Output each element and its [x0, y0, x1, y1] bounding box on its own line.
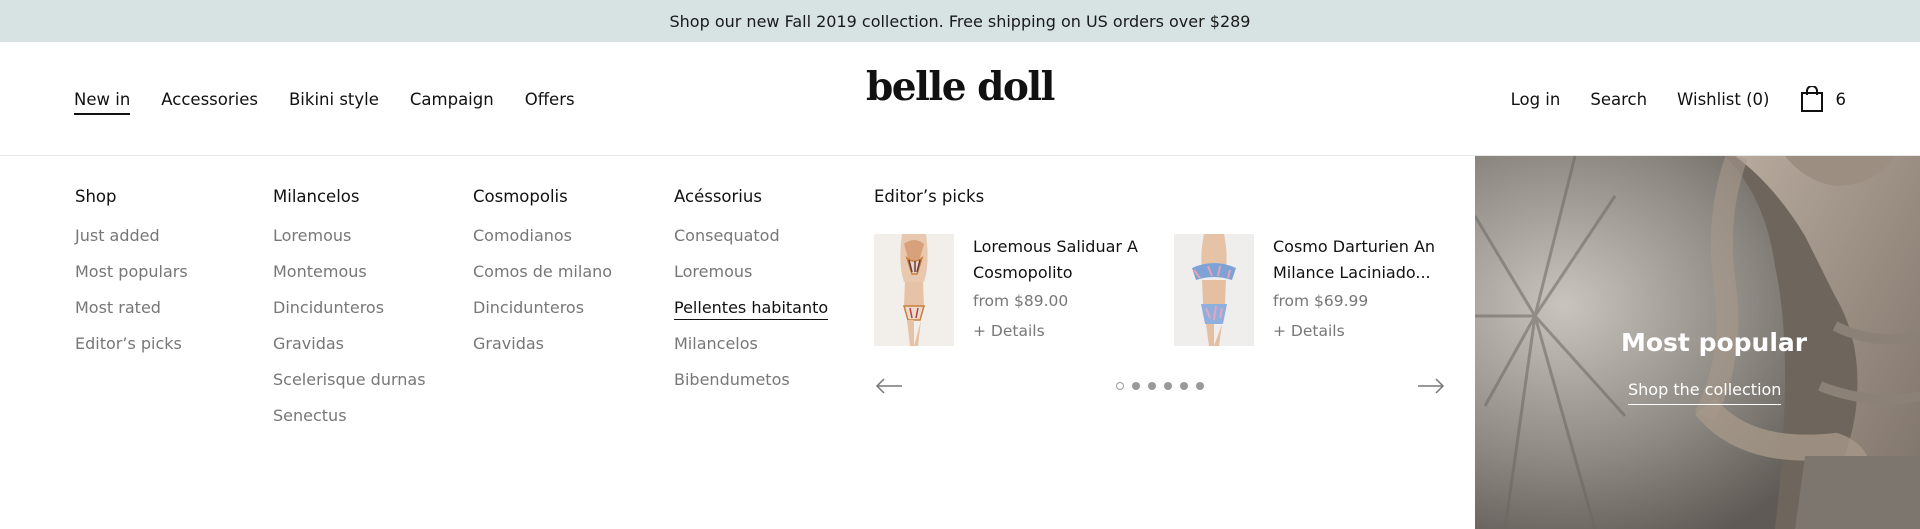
- bikini-photo-icon: [874, 234, 954, 346]
- menu-link[interactable]: Consequatod: [674, 225, 828, 261]
- menu-link[interactable]: Bibendumetos: [674, 369, 828, 405]
- nav-item-accessories[interactable]: Accessories: [161, 90, 258, 109]
- carousel-dot[interactable]: [1164, 382, 1172, 390]
- carousel-dot[interactable]: [1196, 382, 1204, 390]
- menu-column-accessorius: Acéssorius Consequatod Loremous Pellente…: [674, 186, 829, 405]
- announcement-bar: Shop our new Fall 2019 collection. Free …: [0, 0, 1920, 42]
- announcement-text: Shop our new Fall 2019 collection. Free …: [669, 11, 1251, 31]
- menu-column-milancelos: Milancelos Loremous Montemous Dincidunte…: [273, 186, 426, 441]
- menu-link[interactable]: Most rated: [75, 297, 188, 333]
- menu-link[interactable]: Just added: [75, 225, 188, 261]
- shop-collection-link[interactable]: Shop the collection: [1628, 380, 1782, 405]
- shopping-bag-icon: [1800, 86, 1823, 112]
- brand-logo[interactable]: belle doll: [866, 64, 1056, 110]
- menu-link[interactable]: Dincidunteros: [273, 297, 426, 333]
- product-image[interactable]: [874, 234, 954, 346]
- menu-link[interactable]: Gravidas: [473, 333, 612, 369]
- column-heading: Cosmopolis: [473, 187, 568, 206]
- product-price: from $89.00: [973, 292, 1069, 310]
- menu-link[interactable]: Montemous: [273, 261, 426, 297]
- product-details-link[interactable]: + Details: [973, 322, 1153, 340]
- product-info: Loremous Saliduar A Cosmopolito from $89…: [973, 234, 1153, 346]
- product-price: from $69.99: [1273, 292, 1369, 310]
- carousel-dot[interactable]: [1180, 382, 1188, 390]
- menu-link[interactable]: Dincidunteros: [473, 297, 612, 333]
- menu-column-cosmopolis: Cosmopolis Comodianos Comos de milano Di…: [473, 186, 612, 369]
- carousel-dot[interactable]: [1148, 382, 1156, 390]
- nav-item-campaign[interactable]: Campaign: [410, 90, 494, 109]
- carousel-dots: [1116, 382, 1204, 390]
- promo-title: Most popular: [1621, 328, 1808, 357]
- promo-banner[interactable]: Most popular Shop the collection: [1475, 156, 1920, 529]
- menu-link[interactable]: Scelerisque durnas: [273, 369, 426, 405]
- product-card[interactable]: Cosmo Darturien An Milance Laciniado... …: [1174, 234, 1453, 346]
- carousel-controls: [874, 374, 1446, 398]
- menu-link-label: Pellentes habitanto: [674, 298, 829, 320]
- product-info: Cosmo Darturien An Milance Laciniado... …: [1273, 234, 1453, 346]
- product-card[interactable]: Loremous Saliduar A Cosmopolito from $89…: [874, 234, 1153, 346]
- nav-item-new-in[interactable]: New in: [74, 90, 131, 115]
- wishlist-link[interactable]: Wishlist (0): [1677, 90, 1769, 109]
- column-heading: Shop: [75, 187, 117, 206]
- cart-button[interactable]: 6: [1800, 86, 1847, 112]
- product-details-link[interactable]: + Details: [1273, 322, 1453, 340]
- mega-menu: Shop Just added Most populars Most rated…: [0, 156, 1920, 529]
- site-header: New in Accessories Bikini style Campaign…: [0, 42, 1920, 156]
- column-heading: Milancelos: [273, 187, 360, 206]
- nav-item-offers[interactable]: Offers: [525, 90, 575, 109]
- carousel-dot[interactable]: [1116, 382, 1124, 390]
- menu-column-shop: Shop Just added Most populars Most rated…: [75, 186, 188, 369]
- main-nav: New in Accessories Bikini style Campaign…: [74, 42, 575, 156]
- menu-link[interactable]: Loremous: [273, 225, 426, 261]
- menu-link-hovered[interactable]: Pellentes habitanto: [674, 297, 829, 333]
- bikini-photo-icon: [1174, 234, 1254, 346]
- nav-item-bikini-style[interactable]: Bikini style: [289, 90, 379, 109]
- editor-picks-heading: Editor’s picks: [874, 187, 985, 206]
- arrow-right-icon[interactable]: [1416, 374, 1446, 398]
- utility-nav: Log in Search Wishlist (0) 6: [1511, 42, 1846, 156]
- cart-count: 6: [1835, 89, 1847, 109]
- menu-link[interactable]: Milancelos: [674, 333, 828, 369]
- search-link[interactable]: Search: [1590, 90, 1647, 109]
- carousel-dot[interactable]: [1132, 382, 1140, 390]
- menu-link[interactable]: Comos de milano: [473, 261, 612, 297]
- menu-link[interactable]: Editor’s picks: [75, 333, 188, 369]
- product-title[interactable]: Cosmo Darturien An Milance Laciniado...: [1273, 234, 1453, 286]
- arrow-left-icon[interactable]: [874, 374, 904, 398]
- menu-link[interactable]: Comodianos: [473, 225, 612, 261]
- menu-link[interactable]: Gravidas: [273, 333, 426, 369]
- editor-picks: Editor’s picks Loremous Saliduar A Cosmo…: [874, 186, 1446, 394]
- column-heading: Acéssorius: [674, 187, 762, 206]
- product-image[interactable]: [1174, 234, 1254, 346]
- menu-link[interactable]: Senectus: [273, 405, 426, 441]
- menu-link[interactable]: Loremous: [674, 261, 828, 297]
- product-title[interactable]: Loremous Saliduar A Cosmopolito: [973, 234, 1153, 286]
- menu-link[interactable]: Most populars: [75, 261, 188, 297]
- login-link[interactable]: Log in: [1511, 90, 1561, 109]
